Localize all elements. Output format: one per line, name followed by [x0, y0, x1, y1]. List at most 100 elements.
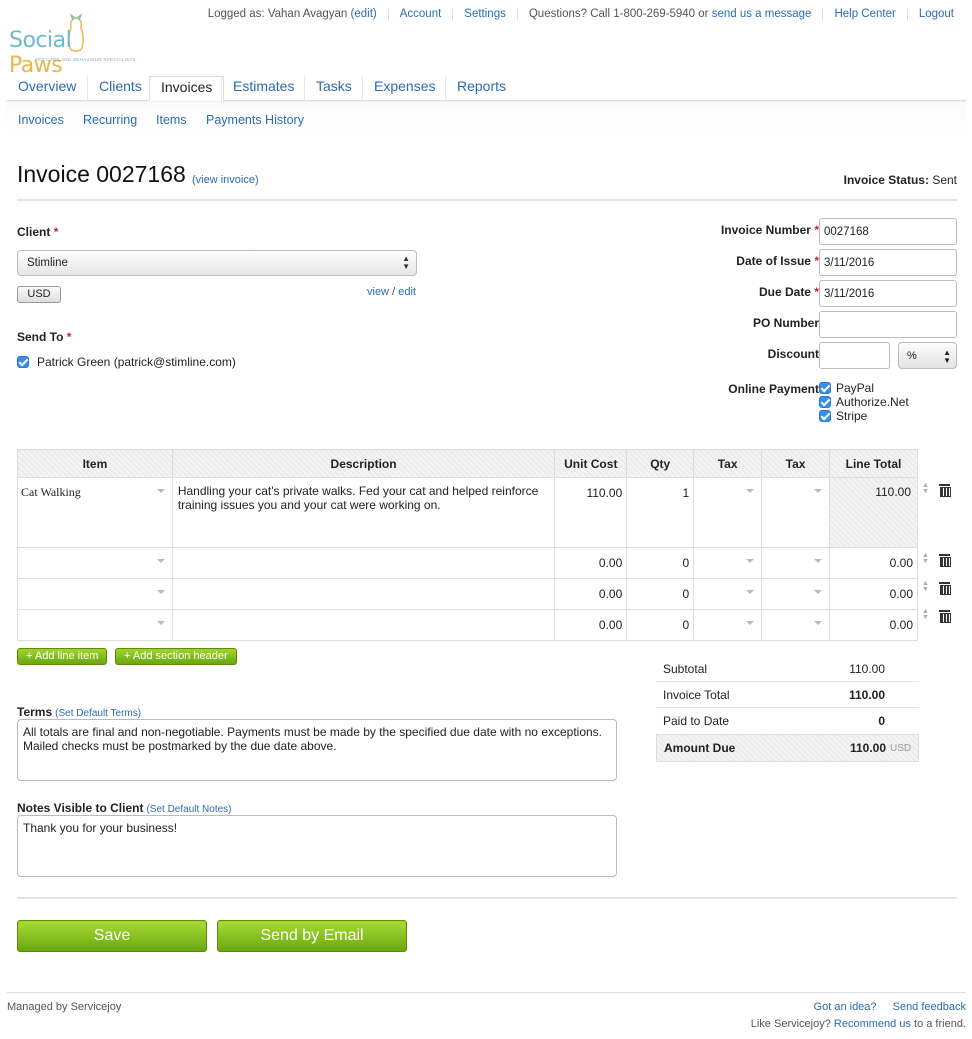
logged-as-label: Logged as:: [207, 8, 265, 20]
description-input[interactable]: [171, 609, 556, 641]
unit-cost-input[interactable]: 0.00: [554, 547, 628, 579]
divider: [387, 8, 389, 20]
row-tools: ▲ ▼: [922, 552, 951, 567]
tab-overview[interactable]: Overview: [7, 76, 87, 101]
paid-to-date-value: 0: [878, 714, 885, 728]
invoice-total-value: 110.00: [848, 687, 885, 702]
logout-link[interactable]: Logout: [919, 8, 954, 20]
add-section-header-button[interactable]: + Add section header: [115, 648, 237, 665]
tab-clients[interactable]: Clients: [87, 76, 153, 101]
due-date-label: Due Date *: [758, 285, 819, 299]
send-feedback-link[interactable]: Send feedback: [893, 1001, 966, 1013]
authorize-net-checkbox[interactable]: [819, 396, 831, 408]
save-button[interactable]: Save: [17, 920, 207, 952]
amount-due-label: Amount Due: [664, 741, 736, 755]
payment-method-paypal: PayPal: [819, 381, 909, 395]
recipient-checkbox[interactable]: [17, 356, 29, 368]
subtab-items[interactable]: Items: [156, 113, 187, 127]
add-line-item-button[interactable]: + Add line item: [17, 648, 108, 665]
send-by-email-button[interactable]: Send by Email: [217, 920, 407, 952]
unit-cost-input[interactable]: 0.00: [554, 578, 628, 610]
paypal-checkbox[interactable]: [819, 382, 831, 394]
social-paws-logo[interactable]: SocialPaws PET CARE AND BEHAVIOUR SPECIA…: [9, 14, 136, 78]
description-input[interactable]: [171, 547, 556, 579]
tab-estimates[interactable]: Estimates: [221, 76, 305, 101]
tax-1-select[interactable]: [693, 578, 763, 610]
tax-2-select[interactable]: [761, 547, 831, 579]
client-select[interactable]: Stimline ▲ ▼: [17, 250, 417, 276]
qty-input[interactable]: 0: [626, 547, 695, 579]
subtab-recurring[interactable]: Recurring: [83, 113, 137, 127]
tab-expenses[interactable]: Expenses: [362, 76, 446, 101]
item-select[interactable]: [17, 547, 173, 579]
tax-1-select[interactable]: [693, 477, 763, 548]
amount-due-currency: USD: [890, 742, 912, 754]
item-select[interactable]: Cat Walking: [17, 477, 173, 548]
dropdown-arrow-icon: [746, 621, 755, 625]
set-default-terms-link[interactable]: (Set Default Terms): [55, 708, 141, 719]
subtab-payments-history[interactable]: Payments History: [206, 113, 304, 127]
tax-2-select[interactable]: [761, 578, 831, 610]
subtotal-row: Subtotal 110.00: [656, 656, 919, 682]
po-number-input[interactable]: [819, 311, 957, 338]
recommend-link[interactable]: Recommend us: [834, 1018, 911, 1030]
dropdown-arrow-icon: [156, 559, 165, 563]
row-tools: ▲ ▼: [922, 608, 951, 623]
description-input[interactable]: [171, 578, 556, 610]
qty-input[interactable]: 0: [626, 609, 695, 641]
view-invoice-link[interactable]: (view invoice): [192, 174, 259, 186]
reorder-handle-icon[interactable]: ▲ ▼: [922, 580, 929, 593]
tax-2-select[interactable]: [761, 609, 831, 641]
edit-profile-link[interactable]: (edit): [351, 8, 377, 20]
client-view-link[interactable]: view: [367, 286, 389, 298]
trash-icon[interactable]: [938, 609, 951, 623]
discount-type-select[interactable]: % ▲ ▼: [898, 342, 957, 369]
tab-invoices[interactable]: Invoices: [149, 76, 225, 102]
reorder-handle-icon[interactable]: ▲ ▼: [922, 482, 929, 495]
col-header-description: Description: [171, 449, 556, 478]
send-message-link[interactable]: send us a message: [712, 8, 812, 20]
subtab-invoices[interactable]: Invoices: [18, 113, 64, 127]
payment-method-authorize: Authorize.Net: [819, 395, 909, 409]
divider: [906, 8, 908, 20]
paid-to-date-row: Paid to Date 0: [656, 708, 919, 734]
trash-icon[interactable]: [938, 483, 951, 497]
unit-cost-input[interactable]: 0.00: [554, 609, 628, 641]
trash-icon[interactable]: [938, 553, 951, 567]
stripe-checkbox[interactable]: [819, 410, 831, 422]
discount-input[interactable]: [819, 342, 890, 369]
qty-input[interactable]: 1: [626, 477, 695, 548]
dropdown-arrow-icon: [746, 559, 755, 563]
tax-2-select[interactable]: [761, 477, 831, 548]
tax-1-select[interactable]: [693, 547, 763, 579]
tax-1-select[interactable]: [693, 609, 763, 641]
divider: [452, 8, 454, 20]
client-view-edit: view / edit: [367, 286, 416, 298]
description-input[interactable]: Handling your cat's private walks. Fed y…: [171, 477, 556, 548]
settings-link[interactable]: Settings: [464, 8, 506, 20]
notes-textarea[interactable]: Thank you for your business!: [17, 815, 617, 877]
reorder-handle-icon[interactable]: ▲ ▼: [922, 608, 929, 621]
currency-button[interactable]: USD: [17, 286, 61, 303]
divider: [516, 8, 518, 20]
terms-textarea[interactable]: All totals are final and non-negotiable.…: [17, 719, 617, 781]
due-date-input[interactable]: 3/11/2016: [819, 280, 957, 307]
client-edit-link[interactable]: edit: [398, 286, 416, 298]
qty-input[interactable]: 0: [626, 578, 695, 610]
date-of-issue-input[interactable]: 3/11/2016: [819, 249, 957, 276]
tab-tasks[interactable]: Tasks: [304, 76, 363, 101]
notes-label: Notes Visible to Client (Set Default Note…: [17, 801, 232, 815]
account-link[interactable]: Account: [400, 8, 442, 20]
set-default-notes-link[interactable]: (Set Default Notes): [146, 804, 231, 815]
trash-icon[interactable]: [938, 581, 951, 595]
unit-cost-input[interactable]: 110.00: [554, 477, 628, 548]
tab-reports[interactable]: Reports: [445, 76, 517, 101]
item-select[interactable]: [17, 609, 173, 641]
line-total: 110.00: [829, 477, 918, 548]
reorder-handle-icon[interactable]: ▲ ▼: [922, 552, 929, 565]
help-center-link[interactable]: Help Center: [834, 8, 895, 20]
item-select[interactable]: [17, 578, 173, 610]
invoice-number-input[interactable]: 0027168: [819, 218, 957, 245]
got-an-idea-link[interactable]: Got an idea?: [814, 1001, 877, 1013]
dropdown-arrow-icon: [746, 590, 755, 594]
